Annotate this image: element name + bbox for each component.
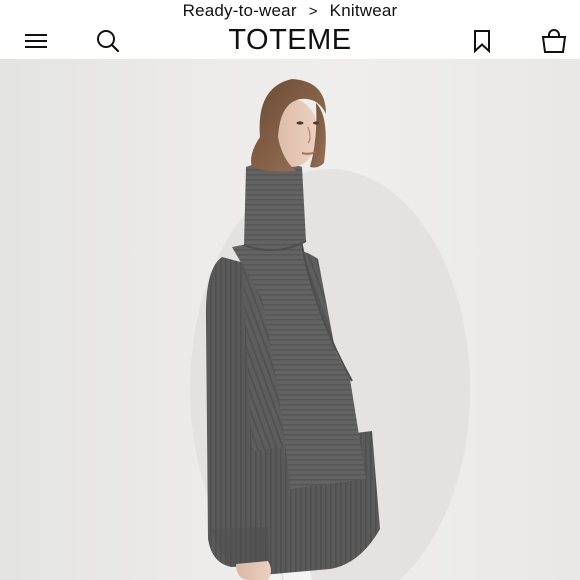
breadcrumb: Ready-to-wear > Knitwear xyxy=(0,0,580,22)
breadcrumb-separator: > xyxy=(308,2,318,20)
brand-name[interactable]: TOTEME xyxy=(228,24,351,56)
header: TOTEME xyxy=(0,22,580,58)
menu-icon xyxy=(25,34,47,48)
search-button[interactable] xyxy=(92,26,124,56)
shopping-bag-button[interactable] xyxy=(538,26,570,56)
menu-button[interactable] xyxy=(20,26,52,56)
wishlist-button[interactable] xyxy=(466,26,498,56)
product-photo xyxy=(190,79,470,580)
breadcrumb-ready-to-wear[interactable]: Ready-to-wear xyxy=(183,1,297,21)
search-icon xyxy=(97,30,120,53)
breadcrumb-knitwear[interactable]: Knitwear xyxy=(330,1,398,21)
shopping-bag-icon xyxy=(541,29,567,53)
product-hero-image xyxy=(0,59,580,580)
bookmark-icon xyxy=(474,30,490,53)
